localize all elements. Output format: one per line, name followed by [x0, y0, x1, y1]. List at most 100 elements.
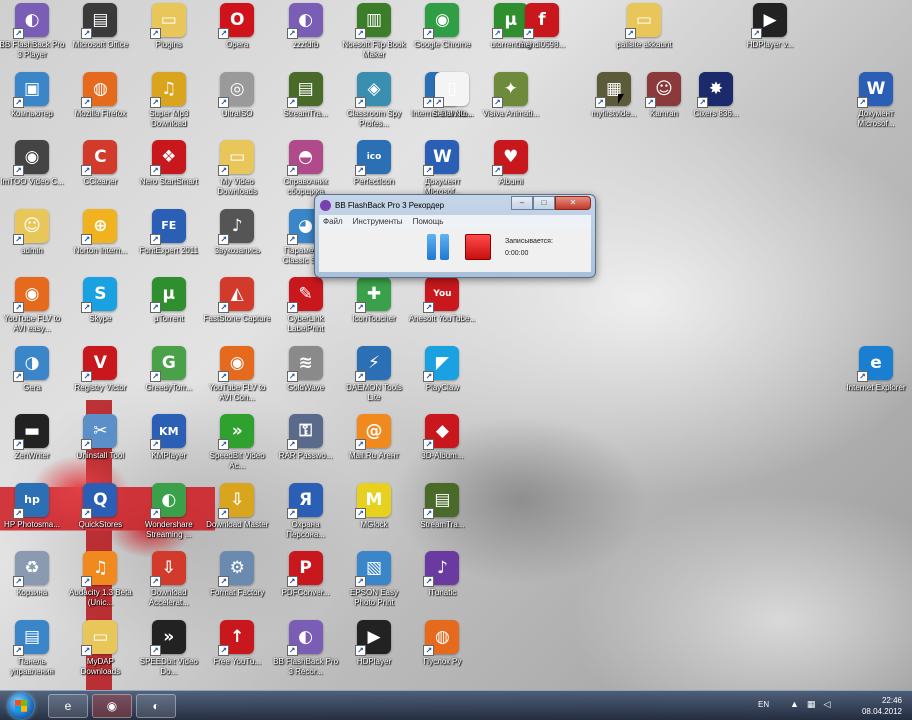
network-icon[interactable]: ▦ [807, 699, 816, 710]
show-hidden-icons[interactable]: ▲ [790, 699, 799, 710]
shortcut-arrow-icon: ↗ [81, 576, 93, 587]
desktop-icon[interactable]: ⇩ ↗ Download Master [203, 482, 271, 551]
desktop-icon[interactable]: ◐ ↗ BB FlashBack Pro 3 Recor... [272, 619, 340, 688]
desktop-icon[interactable]: ▭ ↗ pallsite akkaunt [610, 3, 678, 71]
desktop-icon[interactable]: ▤ ↗ Microsoft Office [66, 3, 134, 71]
desktop-icon[interactable]: ◭ ↗ FastStone Capture [203, 277, 271, 345]
desktop-icon[interactable]: ♫ ↗ Audacity 1.3 Beta (Unic... [66, 551, 134, 619]
taskbar-internet-explorer[interactable]: e [48, 694, 88, 718]
desktop-icon[interactable]: ◍ ↗ Пуслок Ру [408, 619, 476, 688]
desktop-icon-label: RAR Passwo... [278, 451, 333, 460]
desktop-icon[interactable]: ◑ ↗ Gera [0, 345, 66, 414]
pause-button[interactable] [427, 234, 451, 260]
desktop-icon[interactable]: ◉ ↗ YouTube FLV to AVI easy... [0, 277, 66, 345]
desktop-icon[interactable]: ▤ ↗ Панель управления [0, 619, 66, 688]
desktop-icon[interactable]: ◤ ↗ PlayClaw [408, 345, 476, 414]
desktop-icon[interactable]: Q ↗ QuickStores [66, 482, 134, 551]
desktop-icon[interactable]: ⊕ ↗ Norton Intern... [66, 208, 134, 277]
desktop-icon[interactable]: » ↗ SpeedBit Video Ac... [203, 414, 271, 482]
desktop-icon[interactable]: ✦ ↗ Visiva Animati... [477, 71, 545, 140]
desktop-icon[interactable]: ≋ ↗ GoldWave [272, 345, 340, 414]
desktop-icon[interactable]: ▤ ↗ StreamTra... [408, 482, 476, 551]
desktop-icon[interactable]: ▣ ↗ Компьютер [0, 71, 66, 140]
desktop-icon[interactable]: ◐ ↗ BB FlashBack Pro 3 Player [0, 3, 66, 71]
desktop-icon[interactable]: ♪ ↗ Звукозапись [203, 208, 271, 277]
desktop-icon[interactable]: » ↗ SPEEDbit Video Do... [135, 619, 203, 688]
desktop-icon[interactable]: You ↗ Anesoft YouTube... [408, 277, 476, 345]
desktop-icon[interactable]: FE ↗ FontExpert 2011 [135, 208, 203, 277]
menu-tools[interactable]: Инструменты [353, 217, 403, 226]
desktop-icon[interactable]: ↑ ↗ Free YouTu... [203, 619, 271, 688]
recorder-window[interactable]: BB FlashBack Pro 3 Рекордер – □ ✕ Файл И… [314, 194, 596, 278]
desktop-icon[interactable]: C ↗ CCleaner [66, 140, 134, 208]
desktop-icon[interactable]: ◉ ↗ ImTOO Video C... [0, 140, 66, 208]
menu-file[interactable]: Файл [323, 217, 343, 226]
desktop-icon[interactable]: ◐ ↗ zzzfdfb [272, 3, 340, 71]
taskbar-flashback-player[interactable]: ◐ [136, 694, 176, 718]
desktop-icon[interactable]: ✎ ↗ CyberLink LabelPrint [272, 277, 340, 345]
app-icon: @ ↗ [355, 414, 391, 450]
desktop-icon[interactable]: Я ↗ Охрана Персона... [272, 482, 340, 551]
desktop-icon[interactable]: ▬ ↗ ZenWriter [0, 414, 66, 482]
desktop-icon[interactable]: ◈ ↗ Classroom Spy Profes... [340, 71, 408, 140]
desktop-icon[interactable]: M ↗ MGlock [340, 482, 408, 551]
desktop-icon[interactable]: ♻ ↗ Корзина [0, 551, 66, 619]
desktop-icon[interactable]: ⇩ ↗ Download Accelerat... [135, 551, 203, 619]
desktop-icon[interactable]: ▯ ↗ Serial Nu... [418, 71, 486, 140]
desktop-icon[interactable]: hp ↗ HP Photosma... [0, 482, 66, 551]
desktop-icon[interactable]: G ↗ GreedyTorr... [135, 345, 203, 414]
desktop-icon[interactable]: ▭ ↗ MyDAP Downloads [66, 619, 134, 688]
minimize-button[interactable]: – [511, 196, 533, 210]
start-button[interactable] [8, 693, 34, 719]
desktop-icon[interactable]: ♫ ↗ Super Mp3 Download [135, 71, 203, 140]
app-icon: ✚ ↗ [355, 277, 391, 313]
desktop-icon[interactable]: ▧ ↗ EPSON Easy Photo Print [340, 551, 408, 619]
menu-help[interactable]: Помощь [413, 217, 444, 226]
shortcut-arrow-icon: ↗ [625, 28, 636, 39]
desktop-icon[interactable]: S ↗ Skype [66, 277, 134, 345]
desktop-icon[interactable]: µ ↗ µTorrent [135, 277, 203, 345]
desktop-icon-label: BB FlashBack Pro 3 Player [0, 40, 65, 59]
desktop-icon[interactable]: ⚡ ↗ DAEMON Tools Lite [340, 345, 408, 414]
icon-glyph: ⇩ [161, 558, 176, 578]
recorder-titlebar[interactable]: BB FlashBack Pro 3 Рекордер – □ ✕ [315, 195, 595, 215]
desktop-icon[interactable]: ◉ ↗ YouTube FLV to AVI Con... [203, 345, 271, 414]
stop-button[interactable] [465, 234, 491, 260]
desktop-icon[interactable]: V ↗ Registry Victor [66, 345, 134, 414]
desktop-icon[interactable]: ◎ ↗ UltraISO [203, 71, 271, 140]
desktop-icon[interactable]: f ↗ mehdi0598... [508, 3, 576, 71]
desktop-icon[interactable]: ☺ ↗ admin [0, 208, 66, 277]
close-button[interactable]: ✕ [555, 196, 591, 210]
desktop-icon[interactable]: ▶ ↗ HDPlayer [340, 619, 408, 688]
desktop-icon[interactable]: @ ↗ Mail.Ru Агент [340, 414, 408, 482]
desktop-icon[interactable]: ◍ ↗ Mozilla Firefox [66, 71, 134, 140]
desktop-icon[interactable]: ▭ ↗ My Video Downloads [203, 140, 271, 208]
desktop-icon[interactable]: ✚ ↗ IconToucher [340, 277, 408, 345]
desktop-icon[interactable]: ▭ ↗ Plugins [135, 3, 203, 71]
desktop-icon[interactable]: ✂ ↗ Uninstall Tool [66, 414, 134, 482]
desktop-icon[interactable]: ♪ ↗ iTunatic [408, 551, 476, 619]
shortcut-arrow-icon: ↗ [355, 507, 366, 519]
shortcut-arrow-icon: ↗ [423, 302, 435, 313]
desktop-icon[interactable]: KM ↗ KMPlayer [135, 414, 203, 482]
volume-icon[interactable]: ◁ [823, 699, 830, 710]
maximize-button[interactable]: □ [533, 196, 555, 210]
clock[interactable]: 22:46 08.04.2012 [862, 695, 902, 717]
taskbar-flashback-recorder[interactable]: ◉ [92, 694, 132, 718]
app-icon: ◤ ↗ [423, 345, 460, 382]
desktop-icon[interactable]: ✸ ↗ Cixers 836... [682, 71, 750, 140]
desktop-icon[interactable]: ▶ ↗ HDPlayer v... [736, 3, 804, 71]
desktop-icon[interactable]: ❖ ↗ Nero StartSmart [135, 140, 203, 208]
desktop-icon[interactable]: ⚿ ↗ RAR Passwo... [272, 414, 340, 482]
language-indicator[interactable]: EN [758, 700, 769, 709]
desktop-icon[interactable]: W ↗ Документ Microsof... [842, 71, 910, 140]
desktop-icon[interactable]: ⚙ ↗ Format Factory [203, 551, 271, 619]
desktop-icon[interactable]: ◉ ↗ Google Chrome [408, 3, 476, 71]
desktop-icon[interactable]: ◐ ↗ Wondershare Streaming ... [135, 482, 203, 551]
desktop-icon[interactable]: ▥ ↗ Noesoft Flip Book Maker [340, 3, 408, 71]
desktop-icon[interactable]: ◆ ↗ 3D-Album... [408, 414, 476, 482]
desktop-icon[interactable]: e ↗ Internet Explorer [842, 345, 910, 414]
desktop-icon[interactable]: O ↗ Opera [203, 3, 271, 71]
desktop-icon[interactable]: P ↗ PDFConver... [272, 551, 340, 619]
desktop-icon[interactable]: ▤ ↗ StreamTra... [272, 71, 340, 140]
